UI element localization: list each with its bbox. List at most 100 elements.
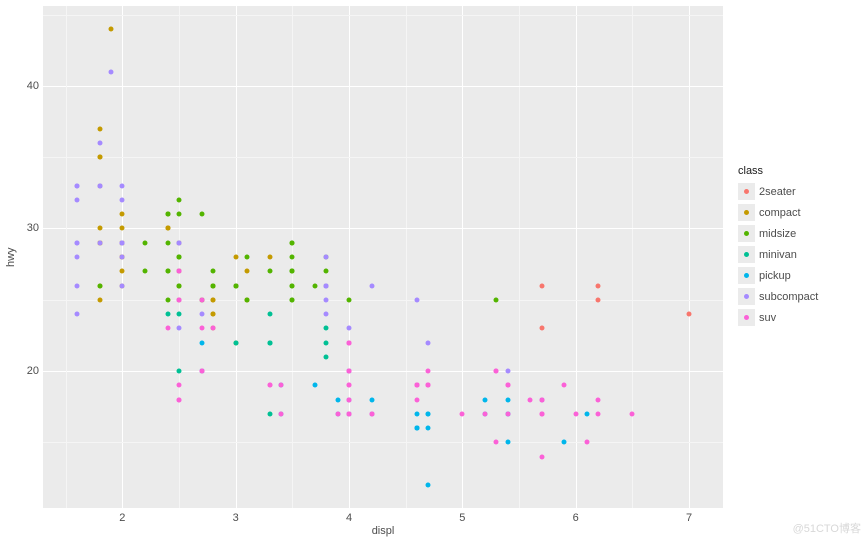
data-point: [75, 183, 80, 188]
data-point: [267, 383, 272, 388]
gridline-h: [43, 86, 723, 87]
data-point: [505, 369, 510, 374]
data-point: [177, 255, 182, 260]
data-point: [279, 383, 284, 388]
legend-point-icon: [744, 231, 749, 236]
data-point: [324, 255, 329, 260]
legend-label: midsize: [759, 228, 796, 240]
data-point: [313, 283, 318, 288]
y-tick: 30: [9, 222, 39, 234]
data-point: [290, 283, 295, 288]
data-point: [177, 197, 182, 202]
legend-point-icon: [744, 315, 749, 320]
data-point: [97, 283, 102, 288]
data-point: [596, 397, 601, 402]
data-point: [505, 411, 510, 416]
data-point: [97, 140, 102, 145]
data-point: [313, 383, 318, 388]
x-tick: 2: [119, 512, 125, 524]
data-point: [596, 411, 601, 416]
data-point: [573, 411, 578, 416]
gridline-v: [689, 6, 690, 508]
data-point: [585, 440, 590, 445]
data-point: [347, 397, 352, 402]
data-point: [199, 340, 204, 345]
data-point: [539, 283, 544, 288]
legend-item: subcompact: [738, 288, 818, 305]
data-point: [483, 397, 488, 402]
data-point: [211, 312, 216, 317]
data-point: [347, 411, 352, 416]
x-tick: 7: [686, 512, 692, 524]
data-point: [324, 312, 329, 317]
legend-item: pickup: [738, 267, 818, 284]
watermark: @51CTO博客: [793, 520, 861, 536]
data-point: [290, 269, 295, 274]
x-tick: 6: [573, 512, 579, 524]
data-point: [290, 297, 295, 302]
data-point: [109, 26, 114, 31]
data-point: [494, 297, 499, 302]
data-point: [199, 297, 204, 302]
data-point: [97, 183, 102, 188]
data-point: [120, 255, 125, 260]
data-point: [233, 255, 238, 260]
data-point: [267, 269, 272, 274]
data-point: [426, 340, 431, 345]
data-point: [539, 454, 544, 459]
data-point: [177, 297, 182, 302]
data-point: [290, 240, 295, 245]
gridline-minor-v: [406, 6, 407, 508]
plot-panel: [43, 6, 723, 508]
data-point: [369, 411, 374, 416]
data-point: [109, 69, 114, 74]
data-point: [596, 297, 601, 302]
data-point: [211, 283, 216, 288]
legend-item: suv: [738, 309, 818, 326]
data-point: [460, 411, 465, 416]
data-point: [324, 340, 329, 345]
legend-point-icon: [744, 273, 749, 278]
data-point: [97, 240, 102, 245]
data-point: [75, 197, 80, 202]
data-point: [505, 397, 510, 402]
data-point: [426, 483, 431, 488]
data-point: [494, 440, 499, 445]
data-point: [97, 155, 102, 160]
data-point: [267, 340, 272, 345]
data-point: [177, 383, 182, 388]
legend: class 2seatercompactmidsizeminivanpickup…: [738, 165, 818, 330]
gridline-v: [576, 6, 577, 508]
data-point: [165, 326, 170, 331]
data-point: [120, 197, 125, 202]
data-point: [177, 283, 182, 288]
gridline-h: [43, 228, 723, 229]
data-point: [539, 411, 544, 416]
data-point: [120, 283, 125, 288]
data-point: [97, 297, 102, 302]
data-point: [211, 326, 216, 331]
legend-title: class: [738, 165, 818, 177]
data-point: [211, 297, 216, 302]
legend-swatch: [738, 204, 755, 221]
data-point: [233, 283, 238, 288]
data-point: [347, 383, 352, 388]
gridline-v: [462, 6, 463, 508]
data-point: [585, 411, 590, 416]
legend-label: compact: [759, 207, 801, 219]
legend-point-icon: [744, 210, 749, 215]
legend-swatch: [738, 288, 755, 305]
data-point: [143, 240, 148, 245]
data-point: [267, 312, 272, 317]
data-point: [165, 312, 170, 317]
gridline-v: [349, 6, 350, 508]
gridline-minor-v: [66, 6, 67, 508]
legend-swatch: [738, 246, 755, 263]
data-point: [245, 255, 250, 260]
x-tick: 4: [346, 512, 352, 524]
legend-swatch: [738, 309, 755, 326]
data-point: [335, 397, 340, 402]
data-point: [426, 426, 431, 431]
data-point: [120, 226, 125, 231]
data-point: [177, 240, 182, 245]
